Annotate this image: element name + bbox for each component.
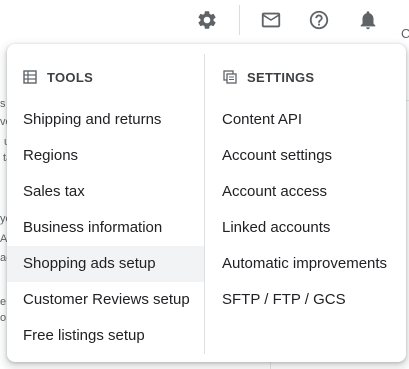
copy-settings-icon bbox=[223, 69, 239, 85]
account-initial: C bbox=[401, 26, 409, 41]
background-text: o bbox=[0, 312, 7, 324]
tools-settings-menu: TOOLS Shipping and returns Regions Sales t… bbox=[7, 44, 406, 362]
settings-heading: SETTINGS bbox=[223, 68, 314, 86]
tools-item-regions[interactable]: Regions bbox=[7, 138, 204, 174]
settings-item-linked-accounts[interactable]: Linked accounts bbox=[205, 210, 406, 246]
tools-item-shipping-and-returns[interactable]: Shipping and returns bbox=[7, 102, 204, 138]
bell-icon[interactable] bbox=[356, 8, 380, 32]
gear-icon[interactable] bbox=[195, 8, 219, 32]
background-text: e bbox=[0, 296, 7, 308]
tools-item-shopping-ads-setup[interactable]: Shopping ads setup bbox=[7, 246, 204, 282]
settings-list: Content API Account settings Account acces… bbox=[205, 102, 406, 318]
settings-item-content-api[interactable]: Content API bbox=[205, 102, 406, 138]
toolbar-divider bbox=[239, 5, 240, 35]
table-icon bbox=[23, 69, 39, 85]
settings-item-account-access[interactable]: Account access bbox=[205, 174, 406, 210]
mail-icon[interactable] bbox=[259, 8, 283, 32]
tools-item-free-listings-setup[interactable]: Free listings setup bbox=[7, 318, 204, 354]
tools-heading-label: TOOLS bbox=[47, 69, 94, 85]
settings-item-account-settings[interactable]: Account settings bbox=[205, 138, 406, 174]
top-bar: C bbox=[0, 0, 409, 44]
settings-heading-label: SETTINGS bbox=[247, 69, 315, 85]
settings-item-sftp-ftp-gcs[interactable]: SFTP / FTP / GCS bbox=[205, 282, 406, 318]
tools-item-customer-reviews-setup[interactable]: Customer Reviews setup bbox=[7, 282, 204, 318]
tools-item-sales-tax[interactable]: Sales tax bbox=[7, 174, 204, 210]
tools-list: Shipping and returns Regions Sales tax Busi… bbox=[7, 102, 204, 354]
app-window: s vo u ta yo Ah ac e o C bbox=[0, 0, 409, 369]
tools-item-business-information[interactable]: Business information bbox=[7, 210, 204, 246]
settings-item-automatic-improvements[interactable]: Automatic improvements bbox=[205, 246, 406, 282]
tools-heading: TOOLS bbox=[23, 68, 93, 86]
help-icon[interactable] bbox=[307, 8, 331, 32]
background-text: s bbox=[0, 98, 6, 110]
